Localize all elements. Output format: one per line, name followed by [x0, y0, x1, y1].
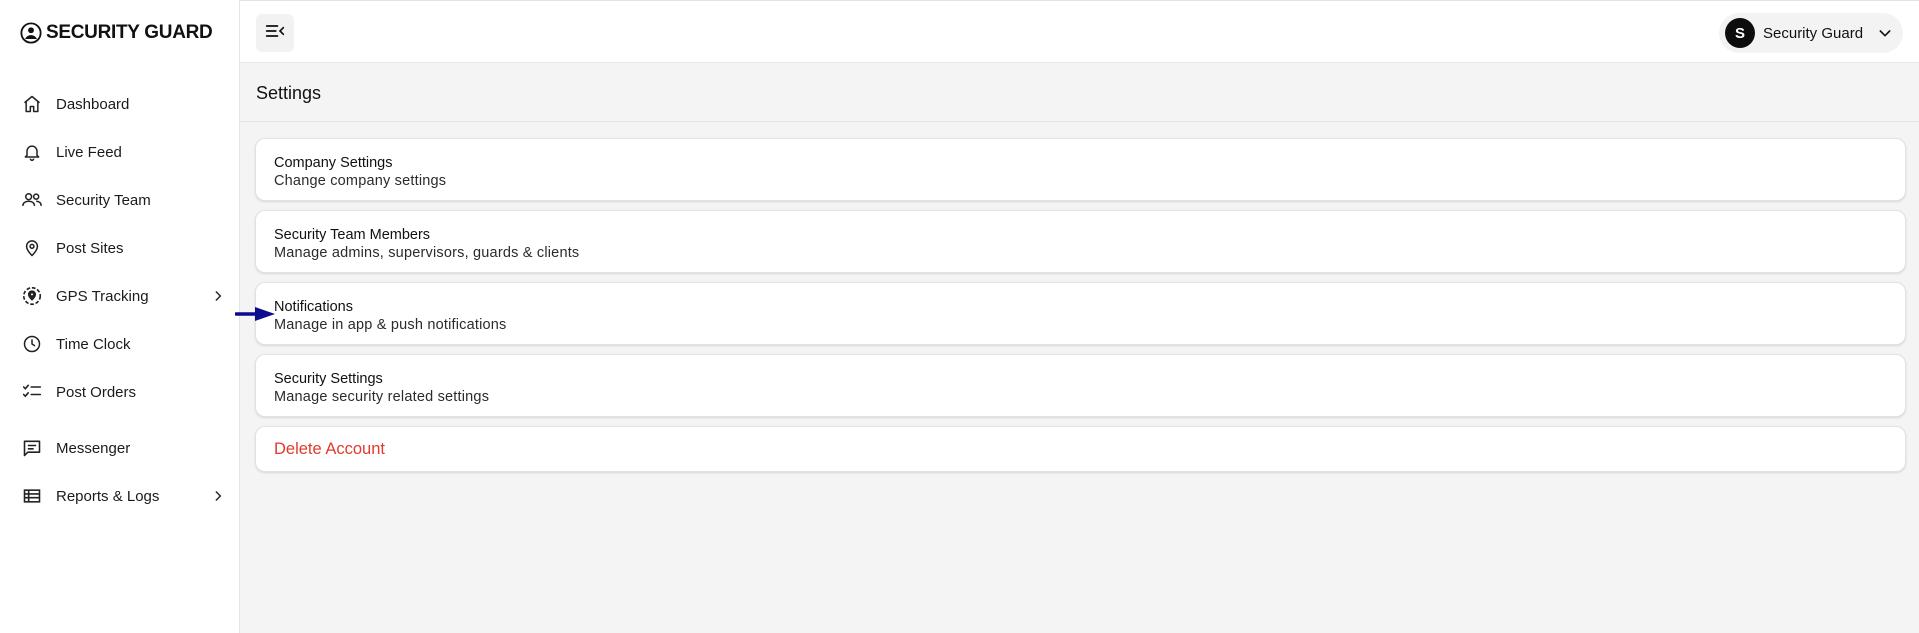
company-settings-card[interactable]: Company Settings Change company settings: [255, 138, 1906, 201]
card-title: Security Settings: [274, 371, 383, 387]
card-title: Security Team Members: [274, 227, 431, 243]
sidebar-item-label: Security Team: [56, 191, 151, 209]
card-title: Notifications: [274, 299, 353, 315]
menu-collapse-icon: [265, 22, 285, 45]
sidebar: SECURITY GUARD Dashboard Live Feed Secur…: [0, 0, 240, 633]
table-list-icon: [21, 485, 43, 507]
chevron-right-icon: [210, 488, 226, 504]
pointer-arrow-icon: [235, 307, 275, 321]
shield-person-icon: [20, 22, 42, 44]
page-title-bar: Settings: [240, 63, 1919, 122]
page-title: Settings: [256, 83, 322, 103]
top-header: S Security Guard: [240, 1, 1919, 63]
sidebar-item-label: Messenger: [56, 439, 131, 457]
brand-name: SECURITY GUARD: [46, 22, 213, 43]
sidebar-item-security-team[interactable]: Security Team: [0, 180, 240, 220]
sidebar-item-live-feed[interactable]: Live Feed: [0, 132, 240, 172]
sidebar-item-gps-tracking[interactable]: GPS Tracking: [0, 276, 240, 316]
sidebar-item-post-sites[interactable]: Post Sites: [0, 228, 240, 268]
sidebar-item-dashboard[interactable]: Dashboard: [0, 84, 240, 124]
card-description: Manage in app & push notifications: [274, 317, 507, 333]
notifications-card[interactable]: Notifications Manage in app & push notif…: [255, 282, 1906, 345]
bell-icon: [21, 141, 43, 163]
sidebar-item-reports-logs[interactable]: Reports & Logs: [0, 476, 240, 516]
users-icon: [21, 189, 43, 211]
sidebar-item-label: Post Orders: [56, 383, 137, 401]
sidebar-item-label: Live Feed: [56, 143, 122, 161]
sidebar-item-messenger[interactable]: Messenger: [0, 428, 240, 468]
card-description: Manage security related settings: [274, 389, 490, 405]
sidebar-item-label: Post Sites: [56, 239, 124, 257]
user-name: Security Guard: [1763, 24, 1864, 42]
sidebar-item-label: Time Clock: [56, 335, 131, 353]
sidebar-item-time-clock[interactable]: Time Clock: [0, 324, 240, 364]
delete-account-label: Delete Account: [274, 440, 385, 458]
sidebar-item-label: Reports & Logs: [56, 487, 160, 505]
message-icon: [21, 437, 43, 459]
avatar: S: [1725, 18, 1755, 48]
chevron-down-icon: [1877, 25, 1893, 41]
card-description: Change company settings: [274, 173, 447, 189]
sidebar-item-label: GPS Tracking: [56, 287, 149, 305]
security-team-members-card[interactable]: Security Team Members Manage admins, sup…: [255, 210, 1906, 273]
main-content: Settings Company Settings Change company…: [240, 63, 1919, 633]
sidebar-item-label: Dashboard: [56, 95, 130, 113]
home-icon: [21, 93, 43, 115]
sidebar-toggle-button[interactable]: [256, 14, 294, 52]
delete-account-button[interactable]: Delete Account: [255, 426, 1906, 472]
card-title: Company Settings: [274, 155, 393, 171]
card-description: Manage admins, supervisors, guards & cli…: [274, 245, 580, 261]
gps-icon: [21, 285, 43, 307]
brand-logo[interactable]: SECURITY GUARD: [20, 20, 213, 46]
chevron-right-icon: [210, 288, 226, 304]
sidebar-item-post-orders[interactable]: Post Orders: [0, 372, 240, 412]
clock-icon: [21, 333, 43, 355]
checklist-icon: [21, 381, 43, 403]
map-pin-icon: [21, 237, 43, 259]
user-menu-button[interactable]: S Security Guard: [1719, 13, 1903, 53]
security-settings-card[interactable]: Security Settings Manage security relate…: [255, 354, 1906, 417]
